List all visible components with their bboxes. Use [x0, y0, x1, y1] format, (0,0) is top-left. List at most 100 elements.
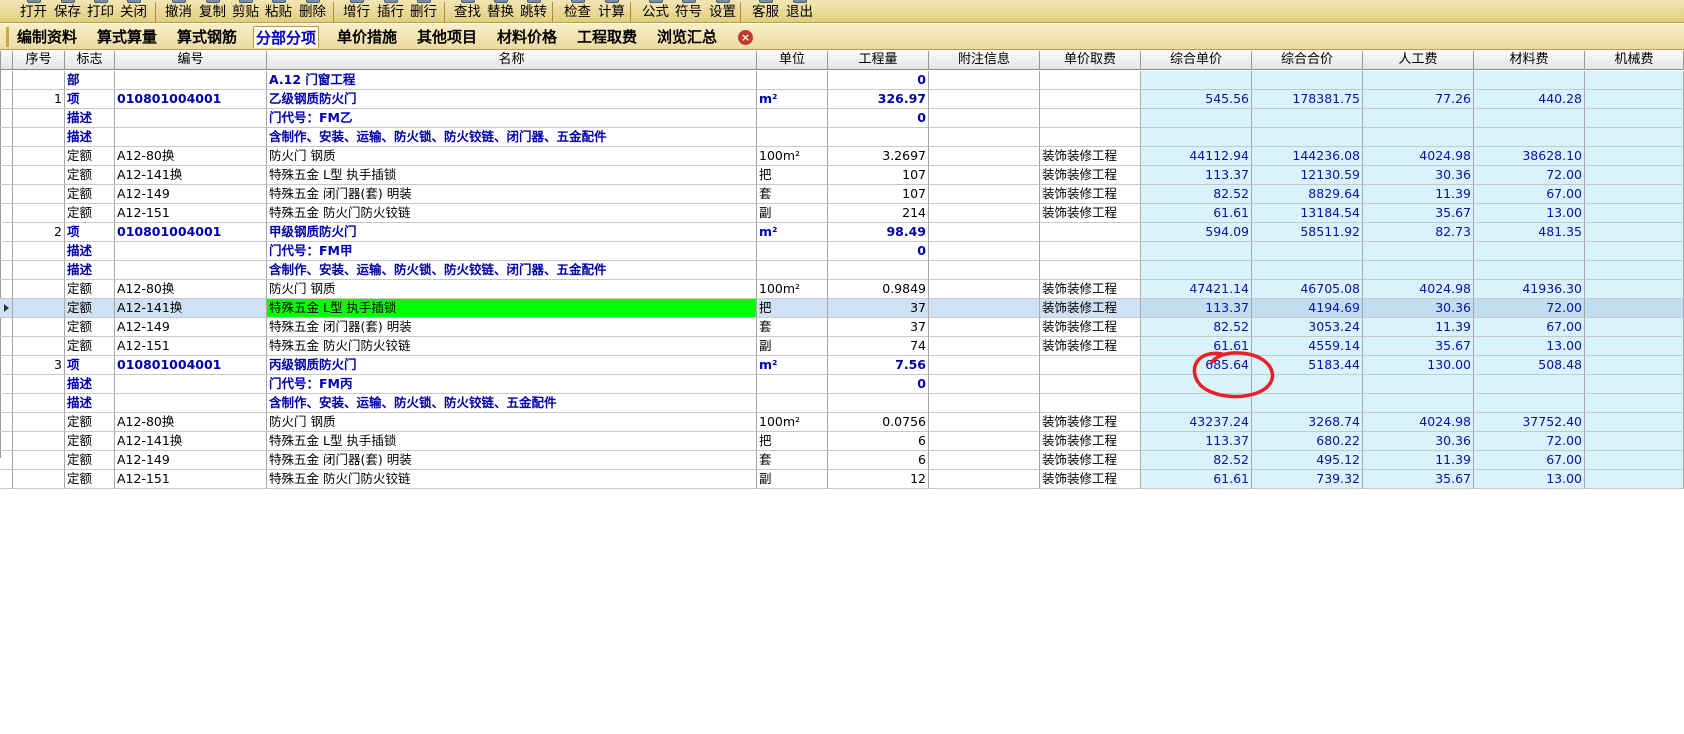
- cell-note[interactable]: [929, 413, 1040, 432]
- row-indicator[interactable]: [0, 432, 13, 451]
- cell-code[interactable]: A12-80换: [115, 147, 267, 166]
- cell-fee[interactable]: 装饰装修工程: [1040, 470, 1141, 489]
- cell-fee[interactable]: [1040, 375, 1141, 394]
- cell-machine[interactable]: [1585, 337, 1684, 356]
- cell-total[interactable]: [1252, 375, 1363, 394]
- toolbar-formula-button[interactable]: 公式: [640, 0, 671, 22]
- cell-machine[interactable]: [1585, 451, 1684, 470]
- cell-material[interactable]: 72.00: [1474, 432, 1585, 451]
- tab-project-fees[interactable]: 工程取费: [575, 26, 639, 48]
- cell-code[interactable]: A12-149: [115, 185, 267, 204]
- cell-code[interactable]: 010801004001: [115, 90, 267, 109]
- table-row[interactable]: 定额 A12-141换 特殊五金 L型 执手插锁把 6 装饰装修工程 113.37 680.…: [0, 432, 1684, 451]
- cell-fee[interactable]: 装饰装修工程: [1040, 337, 1141, 356]
- cell-seq[interactable]: [13, 261, 65, 280]
- cell-unit[interactable]: [757, 261, 828, 280]
- cell-total[interactable]: 3053.24: [1252, 318, 1363, 337]
- toolbar-delete-row-button[interactable]: 删行: [408, 0, 439, 22]
- cell-total[interactable]: [1252, 128, 1363, 147]
- header-col-seq[interactable]: 序号: [13, 51, 65, 70]
- cell-labor[interactable]: 77.26: [1363, 90, 1474, 109]
- cell-unit[interactable]: [757, 375, 828, 394]
- tab-material-price[interactable]: 材料价格: [495, 26, 559, 48]
- close-circle-icon[interactable]: ×: [738, 30, 753, 45]
- cell-price[interactable]: [1141, 128, 1252, 147]
- cell-seq[interactable]: [13, 432, 65, 451]
- cell-material[interactable]: 38628.10: [1474, 147, 1585, 166]
- cell-seq[interactable]: [13, 470, 65, 489]
- cell-name[interactable]: 特殊五金 闭门器(套) 明装: [267, 451, 757, 470]
- table-row[interactable]: 定额 A12-151 特殊五金 防火门防火铰链副 12 装饰装修工程 61.61 739.3…: [0, 470, 1684, 489]
- cell-qty[interactable]: 214: [828, 204, 929, 223]
- cell-note[interactable]: [929, 394, 1040, 413]
- table-row[interactable]: 部 A.12 门窗工程 0: [0, 71, 1684, 90]
- cell-material[interactable]: [1474, 242, 1585, 261]
- table-row[interactable]: 定额 A12-149 特殊五金 闭门器(套) 明装套 107 装饰装修工程 82.52 88…: [0, 185, 1684, 204]
- cell-code[interactable]: [115, 375, 267, 394]
- cell-name[interactable]: 防火门 钢质: [267, 280, 757, 299]
- cell-code[interactable]: [115, 71, 267, 90]
- table-row[interactable]: 描述 含制作、安装、运输、防火锁、防火铰链、五金配件: [0, 394, 1684, 413]
- cell-qty[interactable]: 0: [828, 71, 929, 90]
- cell-total[interactable]: 178381.75: [1252, 90, 1363, 109]
- cell-qty[interactable]: 7.56: [828, 356, 929, 375]
- cell-note[interactable]: [929, 185, 1040, 204]
- header-col-price[interactable]: 综合单价: [1141, 51, 1252, 70]
- cell-unit[interactable]: 副: [757, 470, 828, 489]
- cell-qty[interactable]: 37: [828, 299, 929, 318]
- cell-note[interactable]: [929, 356, 1040, 375]
- cell-note[interactable]: [929, 242, 1040, 261]
- cell-material[interactable]: 72.00: [1474, 166, 1585, 185]
- cell-labor[interactable]: [1363, 242, 1474, 261]
- tab-formula-rebar[interactable]: 算式钢筋: [175, 26, 239, 48]
- cell-fee[interactable]: 装饰装修工程: [1040, 318, 1141, 337]
- cell-total[interactable]: [1252, 109, 1363, 128]
- cell-seq[interactable]: 1: [13, 90, 65, 109]
- tab-formula-quantity[interactable]: 算式算量: [95, 26, 159, 48]
- cell-unit[interactable]: 100m²: [757, 280, 828, 299]
- cell-material[interactable]: [1474, 375, 1585, 394]
- header-col-qty[interactable]: 工程量: [828, 51, 929, 70]
- cell-note[interactable]: [929, 432, 1040, 451]
- cell-price[interactable]: 61.61: [1141, 204, 1252, 223]
- cell-unit[interactable]: 套: [757, 185, 828, 204]
- cell-unit[interactable]: [757, 394, 828, 413]
- cell-qty[interactable]: 6: [828, 432, 929, 451]
- cell-unit[interactable]: 套: [757, 451, 828, 470]
- cell-fee[interactable]: [1040, 90, 1141, 109]
- row-indicator[interactable]: [0, 356, 13, 375]
- cell-unit[interactable]: m²: [757, 223, 828, 242]
- toolbar-close-button[interactable]: 关闭: [118, 0, 149, 22]
- cell-flag[interactable]: 描述: [65, 394, 115, 413]
- cell-unit[interactable]: [757, 128, 828, 147]
- table-row[interactable]: 描述 含制作、安装、运输、防火锁、防火铰链、闭门器、五金配件: [0, 128, 1684, 147]
- cell-note[interactable]: [929, 223, 1040, 242]
- tab-browse-summary[interactable]: 浏览汇总: [655, 26, 719, 48]
- row-indicator[interactable]: [0, 71, 13, 90]
- cell-labor[interactable]: [1363, 71, 1474, 90]
- cell-name[interactable]: 特殊五金 L型 执手插锁: [267, 166, 757, 185]
- cell-labor[interactable]: [1363, 375, 1474, 394]
- cell-labor[interactable]: 4024.98: [1363, 147, 1474, 166]
- cell-price[interactable]: 82.52: [1141, 185, 1252, 204]
- cell-unit[interactable]: 把: [757, 299, 828, 318]
- cell-price[interactable]: 685.64: [1141, 356, 1252, 375]
- cell-unit[interactable]: 套: [757, 318, 828, 337]
- cell-qty[interactable]: 12: [828, 470, 929, 489]
- cell-fee[interactable]: [1040, 128, 1141, 147]
- cell-name[interactable]: A.12 门窗工程: [267, 71, 757, 90]
- cell-price[interactable]: 545.56: [1141, 90, 1252, 109]
- cell-total[interactable]: 5183.44: [1252, 356, 1363, 375]
- cell-price[interactable]: [1141, 242, 1252, 261]
- cell-machine[interactable]: [1585, 166, 1684, 185]
- tab-sub-items[interactable]: 分部分项: [253, 26, 320, 48]
- cell-price[interactable]: 113.37: [1141, 299, 1252, 318]
- cell-material[interactable]: [1474, 261, 1585, 280]
- table-row[interactable]: 2 项 010801004001 甲级钢质防火门 m² 98.49 594.09 58511.…: [0, 223, 1684, 242]
- cell-labor[interactable]: 35.67: [1363, 204, 1474, 223]
- cell-flag[interactable]: 定额: [65, 337, 115, 356]
- cell-price[interactable]: [1141, 394, 1252, 413]
- cell-flag[interactable]: 定额: [65, 166, 115, 185]
- cell-fee[interactable]: 装饰装修工程: [1040, 413, 1141, 432]
- cell-name[interactable]: 特殊五金 L型 执手插锁: [267, 299, 757, 318]
